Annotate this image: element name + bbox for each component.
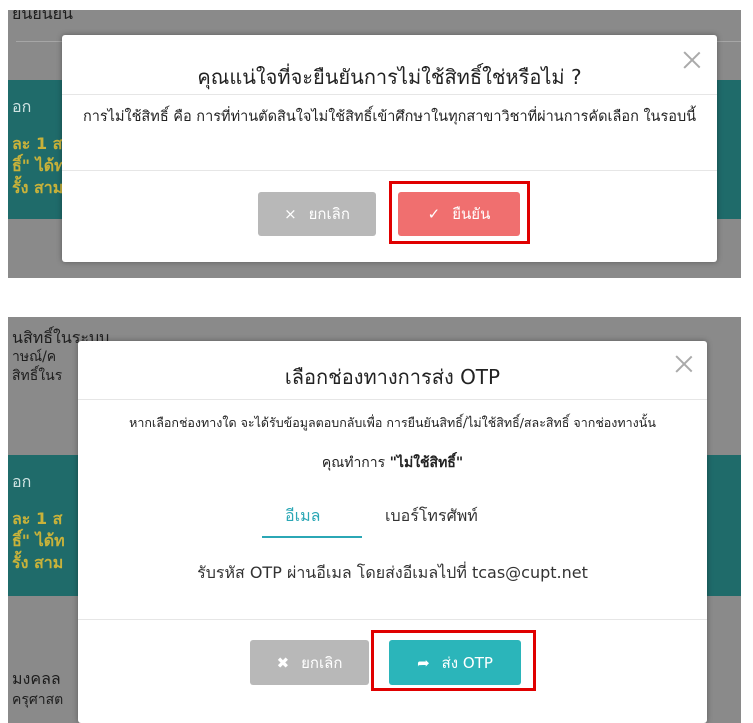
bg-line: ครุศาสต <box>12 692 64 708</box>
cancel-button-label: ยกเลิก <box>308 205 350 223</box>
tab-phone[interactable]: เบอร์โทรศัพท์ <box>385 504 478 529</box>
otp-email: tcas@cupt.net <box>471 563 588 582</box>
dialog-title: คุณแน่ใจที่จะยืนยันการไม่ใช้สิทธิ์ใช่หรื… <box>197 65 582 89</box>
bg-teal-line: รั้ง สาม <box>12 178 64 197</box>
close-icon: × <box>284 205 297 223</box>
dialog-title: เลือกช่องทางการส่ง OTP <box>284 365 501 389</box>
dialog-message: การไม่ใช้สิทธิ์ คือ การที่ท่านตัดสินใจไม… <box>82 109 697 125</box>
cancel-button[interactable]: × ยกเลิก <box>258 192 376 236</box>
dialog-divider <box>78 399 707 400</box>
otp-destination-text: รับรหัส OTP ผ่านอีเมล โดยส่งอีเมลไปที่ t… <box>92 561 693 586</box>
bg-line: สิทธิ์ในร <box>12 368 63 384</box>
close-icon: ✖ <box>276 653 290 672</box>
action-summary: คุณทำการ "ไม่ใช้สิทธิ์" <box>92 452 693 474</box>
tab-email[interactable]: อีเมล <box>285 504 320 529</box>
close-icon[interactable] <box>681 49 703 71</box>
dialog-divider <box>78 619 707 620</box>
bg-teal-line: รั้ง สาม <box>12 553 64 572</box>
bg-header-fragment: ยินยันยืน <box>12 10 73 23</box>
active-tab-underline <box>262 536 362 538</box>
highlight-box <box>371 630 536 691</box>
cancel-button-label: ยกเลิก <box>301 653 343 672</box>
bg-teal-line: อก <box>12 472 32 491</box>
confirm-not-use-rights-dialog: คุณแน่ใจที่จะยืนยันการไม่ใช้สิทธิ์ใช่หรื… <box>62 35 717 262</box>
otp-channel-dialog: เลือกช่องทางการส่ง OTP หากเลือกช่องทางใด… <box>78 341 707 723</box>
action-value: "ไม่ใช้สิทธิ์" <box>389 455 464 471</box>
otp-destination-prefix: รับรหัส OTP ผ่านอีเมล โดยส่งอีเมลไปที่ <box>197 563 467 582</box>
action-prefix: คุณทำการ <box>321 455 386 471</box>
dialog-divider <box>62 170 717 171</box>
cancel-button[interactable]: ✖ ยกเลิก <box>250 640 369 685</box>
otp-instruction: หากเลือกช่องทางใด จะได้รับข้อมูลตอบกลับเ… <box>129 415 656 430</box>
dialog-divider <box>62 94 717 95</box>
close-icon[interactable] <box>673 353 695 375</box>
highlight-box <box>389 181 530 244</box>
bg-teal-line: อก <box>12 97 32 116</box>
